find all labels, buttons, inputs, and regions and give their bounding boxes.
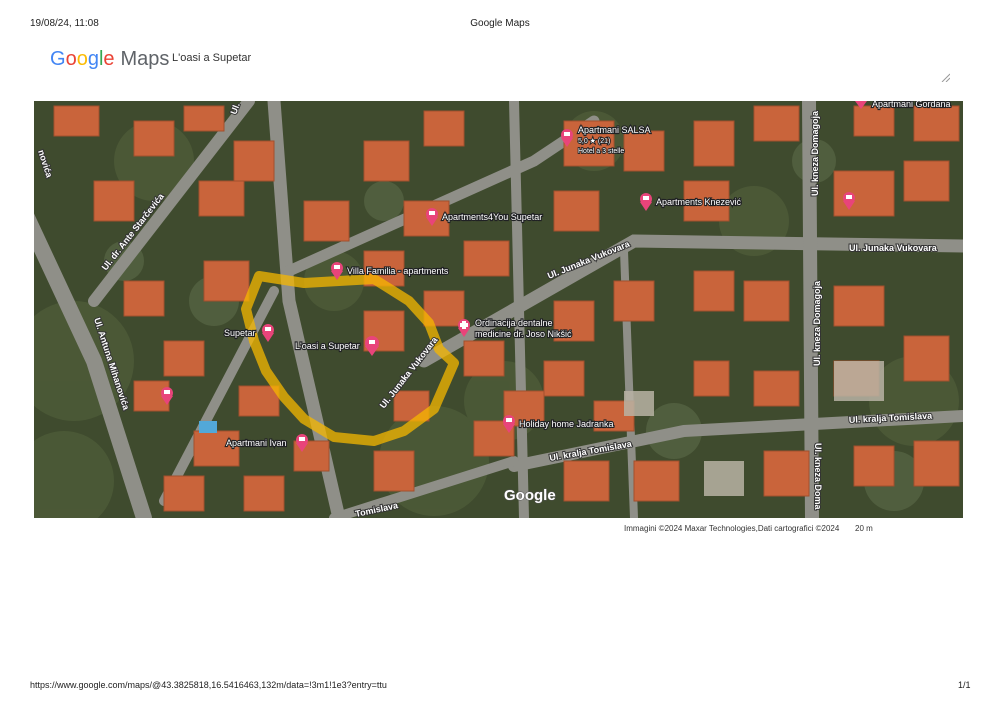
logo-letter: o <box>76 48 88 70</box>
resize-handle-icon[interactable] <box>940 72 950 82</box>
place-label: Ordinacija dentalne <box>475 318 553 328</box>
road-label-kneza-domagoja-top: Ul. kneza Domagoja <box>810 110 820 196</box>
map-attribution: Immagini ©2024 Maxar Technologies,Dati c… <box>624 524 840 533</box>
place-label: Apartmani Gordana <box>872 101 951 109</box>
scale-bar-label: 20 m <box>855 524 873 533</box>
print-page-number: 1/1 <box>958 680 971 690</box>
logo-letter: g <box>87 48 99 70</box>
place-label: Apartmani SALSA <box>578 125 651 135</box>
place-label: Supetar <box>224 328 256 338</box>
logo-letter: G <box>50 48 66 70</box>
pool <box>199 421 217 433</box>
place-label: L'oasi a Supetar <box>295 341 360 351</box>
place-label: medicine dr. Joso Nikšić <box>475 329 572 339</box>
place-category: Hotel a 3 stelle <box>578 148 624 155</box>
google-maps-logo[interactable]: Google Maps <box>50 48 169 71</box>
place-rating: 5,0 ★ (21) <box>578 137 610 145</box>
search-query[interactable]: L'oasi a Supetar <box>172 52 251 64</box>
print-footer-url: https://www.google.com/maps/@43.3825818,… <box>30 680 387 690</box>
road-label-junaka-vukovara-right: Ul. Junaka Vukovara <box>849 243 938 253</box>
road-label-kneza-domagoja-mid: Ul. kneza Domagoja <box>812 280 822 366</box>
road-label-kneza-domagoja-bottom: Ul. kneza Doma <box>813 443 823 511</box>
print-page-title: Google Maps <box>470 18 530 29</box>
place-label: Apartmani Ivan <box>226 438 287 448</box>
logo-letter: e <box>103 48 115 70</box>
logo-maps-text: Maps <box>120 48 170 70</box>
google-watermark: Google <box>504 487 556 504</box>
place-label: Holiday home Jadranka <box>519 419 614 429</box>
satellite-map[interactable]: Ul. dr. Ante Starčevića Ul. Antuna Mihan… <box>34 101 963 518</box>
logo-letter: o <box>65 48 77 70</box>
place-label: Villa Familia - apartments <box>347 266 449 276</box>
place-label: Apartments4You Supetar <box>442 212 542 222</box>
place-label: Apartments Knezević <box>656 197 742 207</box>
